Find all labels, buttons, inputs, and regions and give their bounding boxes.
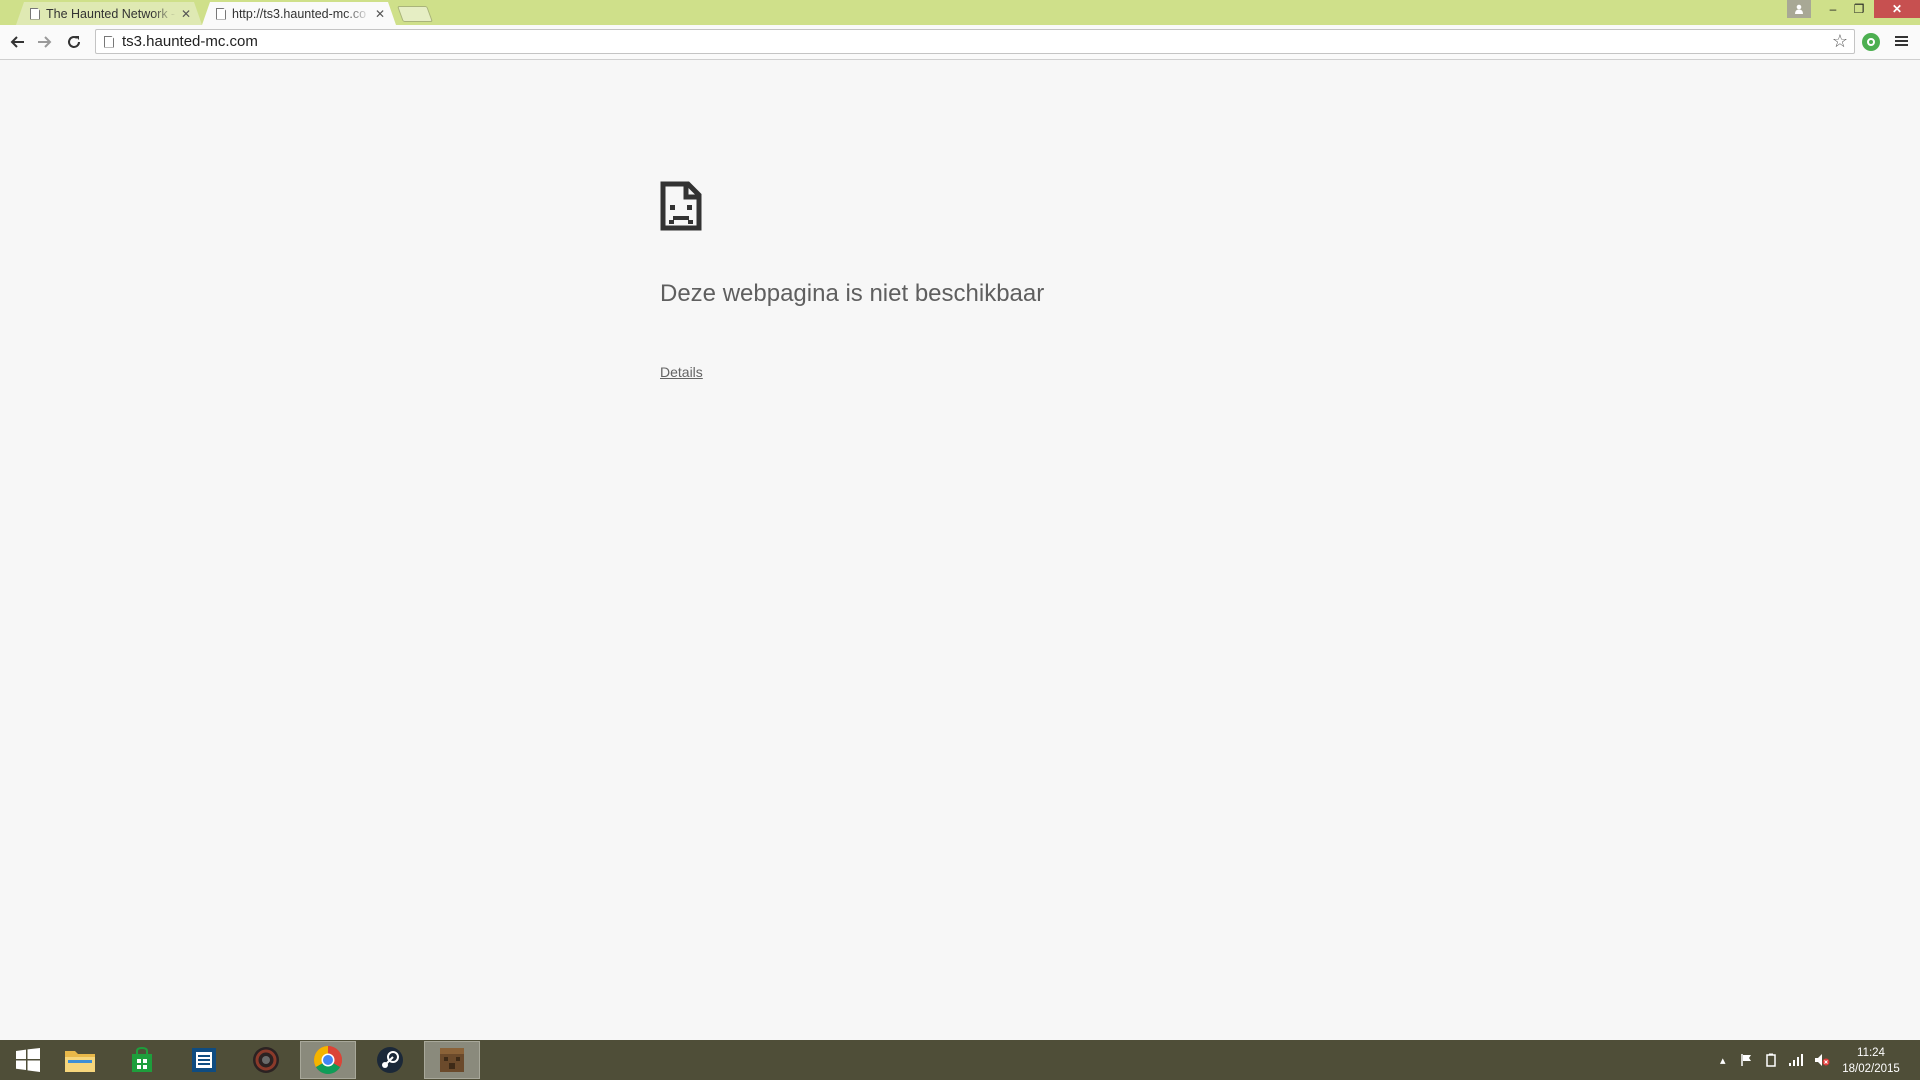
- network-signal-icon[interactable]: [1788, 1053, 1804, 1067]
- battery-icon[interactable]: [1764, 1053, 1778, 1067]
- details-link[interactable]: Details: [660, 364, 703, 380]
- taskbar: ▴ 11:24 18/02/2015: [0, 1040, 1920, 1080]
- tab-title: The Haunted Network - p: [46, 6, 176, 21]
- news-app-button[interactable]: [176, 1040, 232, 1080]
- taskbar-clock[interactable]: 11:24 18/02/2015: [1836, 1045, 1906, 1077]
- chrome-menu-button[interactable]: [1894, 34, 1910, 50]
- person-icon: [1795, 4, 1803, 14]
- show-hidden-icons-chevron-icon[interactable]: ▴: [1720, 1054, 1726, 1067]
- store-button[interactable]: [114, 1040, 170, 1080]
- sad-page-icon: [660, 181, 702, 231]
- steam-icon: [377, 1047, 403, 1073]
- browser-titlebar: The Haunted Network - p ✕ http://ts3.hau…: [0, 0, 1920, 25]
- clock-time: 11:24: [1857, 1047, 1885, 1059]
- bookmark-star-icon[interactable]: ☆: [1828, 31, 1852, 52]
- address-bar[interactable]: ts3.haunted-mc.com ☆: [95, 29, 1855, 54]
- system-tray: ▴: [1720, 1040, 1830, 1080]
- arrow-left-icon: [10, 36, 24, 48]
- maximize-button[interactable]: ❐: [1846, 0, 1872, 18]
- back-button[interactable]: [6, 31, 28, 53]
- page-icon: [30, 7, 40, 20]
- minecraft-button[interactable]: [424, 1041, 480, 1079]
- volume-muted-icon[interactable]: [1814, 1053, 1830, 1067]
- chrome-button[interactable]: [300, 1041, 356, 1079]
- file-explorer-button[interactable]: [52, 1040, 108, 1080]
- extension-icon[interactable]: [1862, 33, 1880, 51]
- new-tab-button[interactable]: [397, 6, 433, 22]
- chrome-icon: [314, 1046, 342, 1074]
- close-window-button[interactable]: ✕: [1874, 0, 1920, 18]
- close-icon[interactable]: ✕: [374, 8, 386, 20]
- news-app-icon: [192, 1048, 216, 1072]
- page-icon: [216, 7, 226, 20]
- tab-haunted-network[interactable]: The Haunted Network - p ✕: [16, 2, 202, 25]
- obs-button[interactable]: [238, 1040, 294, 1080]
- profile-button[interactable]: [1787, 0, 1811, 18]
- obs-icon: [253, 1047, 279, 1073]
- reload-icon: [68, 36, 80, 48]
- browser-toolbar: ts3.haunted-mc.com ☆: [0, 25, 1920, 60]
- arrow-right-icon: [38, 36, 52, 48]
- close-icon[interactable]: ✕: [180, 8, 192, 20]
- minecraft-icon: [440, 1048, 464, 1072]
- store-icon: [132, 1047, 152, 1072]
- minimize-button[interactable]: –: [1820, 0, 1846, 18]
- start-button[interactable]: [0, 1040, 56, 1080]
- tab-ts3-haunted[interactable]: http://ts3.haunted-mc.co ✕: [202, 2, 396, 25]
- action-center-flag-icon[interactable]: [1740, 1053, 1754, 1067]
- error-heading: Deze webpagina is niet beschikbaar: [660, 280, 1045, 307]
- steam-button[interactable]: [362, 1040, 418, 1080]
- url-text[interactable]: ts3.haunted-mc.com: [122, 33, 1828, 50]
- clock-date: 18/02/2015: [1842, 1063, 1900, 1075]
- windows-start-icon: [16, 1048, 40, 1072]
- reload-button[interactable]: [63, 31, 85, 53]
- tab-title: http://ts3.haunted-mc.co: [232, 6, 367, 21]
- forward-button[interactable]: [34, 31, 56, 53]
- page-icon: [104, 35, 114, 48]
- folder-icon: [65, 1051, 95, 1072]
